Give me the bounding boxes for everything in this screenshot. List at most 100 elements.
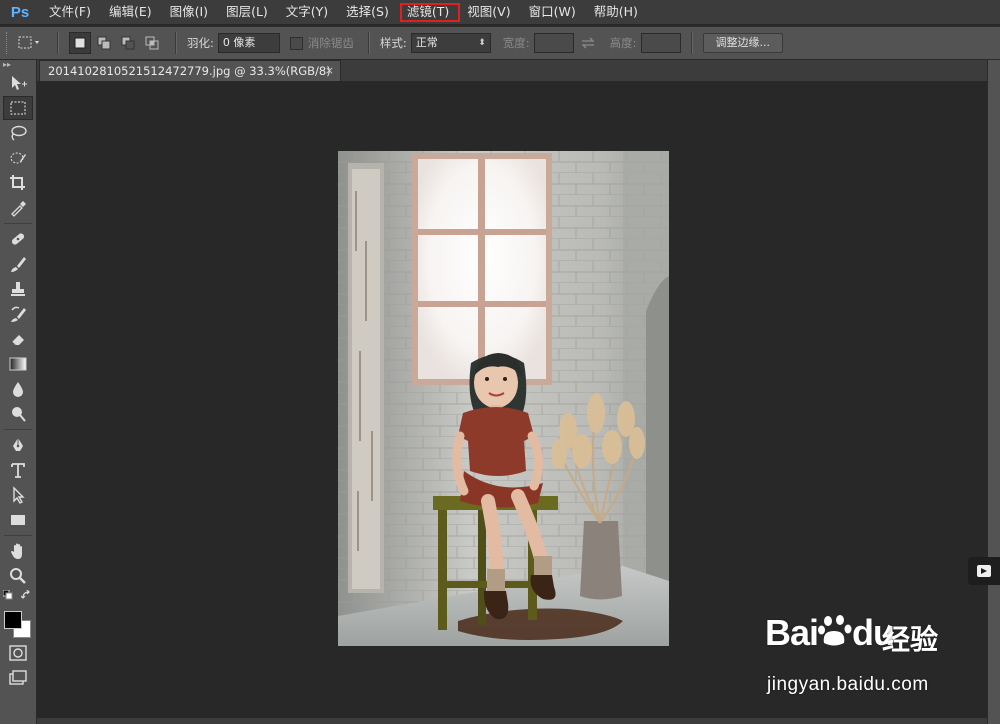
share-icon <box>977 565 991 577</box>
add-selection-icon <box>97 36 111 50</box>
add-to-selection-button[interactable] <box>93 32 115 54</box>
lasso-icon <box>11 125 27 141</box>
document-image[interactable] <box>338 151 669 646</box>
rect-marquee-icon <box>10 101 26 115</box>
intersect-selection-icon <box>145 36 159 50</box>
swap-icon <box>581 37 595 49</box>
options-bar: 羽化: 0 像素 消除锯齿 样式: 正常 ⬍ 宽度: 高度: 调整边缘... <box>0 26 1000 60</box>
rectangle-tool[interactable] <box>3 508 33 532</box>
menu-bar: Ps 文件(F) 编辑(E) 图像(I) 图层(L) 文字(Y) 选择(S) 滤… <box>0 0 1000 24</box>
photoshop-logo: Ps <box>10 3 30 21</box>
height-input[interactable] <box>640 33 681 53</box>
brush-icon <box>11 257 26 272</box>
feather-input[interactable]: 0 像素 <box>217 33 280 53</box>
screen-mode-icon <box>9 670 27 685</box>
menu-help[interactable]: 帮助(H) <box>585 0 647 24</box>
color-swap-row <box>0 589 36 603</box>
brush-tool[interactable] <box>3 252 33 276</box>
magnifier-icon <box>10 568 26 584</box>
antialias-label: 消除锯齿 <box>307 36 354 50</box>
panel-collapse-icon[interactable]: ▸▸ <box>0 60 36 70</box>
hand-icon <box>11 543 22 559</box>
tools-panel: ▸▸ <box>0 60 37 724</box>
swap-dimensions-button[interactable] <box>580 37 596 49</box>
watermark-brand: Bai du <box>765 612 895 653</box>
separator <box>4 223 32 224</box>
menu-layer[interactable]: 图层(L) <box>217 0 277 24</box>
zoom-tool[interactable] <box>3 564 33 588</box>
healing-brush-tool[interactable] <box>3 227 33 251</box>
gradient-tool[interactable] <box>3 352 33 376</box>
separator <box>175 32 177 54</box>
quick-selection-icon <box>10 152 26 164</box>
history-brush-tool[interactable] <box>3 302 33 326</box>
paw-icon <box>818 615 852 646</box>
type-icon <box>11 463 25 478</box>
dodge-tool[interactable] <box>3 402 33 426</box>
document-tab-title: 20141028105215124727­79.jpg @ 33.3%(RGB/… <box>48 64 331 78</box>
history-brush-icon <box>11 306 26 322</box>
eyedropper-tool[interactable] <box>3 196 33 220</box>
side-share-badge[interactable] <box>968 557 1000 585</box>
antialias-checkbox[interactable] <box>289 36 303 50</box>
quick-mask-icon <box>9 645 27 661</box>
eraser-tool[interactable] <box>3 327 33 351</box>
pen-icon <box>13 438 23 451</box>
separator <box>4 429 32 430</box>
width-input[interactable] <box>533 33 574 53</box>
screen-mode-button[interactable] <box>3 666 33 690</box>
status-bar <box>37 718 987 724</box>
crop-tool[interactable] <box>3 171 33 195</box>
separator <box>57 32 59 54</box>
document-tab[interactable]: 20141028105215124727­79.jpg @ 33.3%(RGB/… <box>39 60 341 81</box>
blur-tool[interactable] <box>3 377 33 401</box>
bandage-icon <box>11 233 25 245</box>
swap-colors-icon[interactable] <box>21 590 32 601</box>
refine-edge-button[interactable]: 调整边缘... <box>702 33 783 53</box>
new-selection-button[interactable] <box>69 32 91 54</box>
options-grip[interactable] <box>6 32 13 54</box>
baidu-jingyan-watermark: Bai du 经验 jingyan.baidu.com <box>765 612 995 712</box>
style-label: 样式: <box>379 36 407 50</box>
move-tool[interactable] <box>3 71 33 95</box>
menu-image[interactable]: 图像(I) <box>161 0 217 24</box>
clone-stamp-tool[interactable] <box>3 277 33 301</box>
menu-window[interactable]: 窗口(W) <box>520 0 585 24</box>
separator <box>367 32 370 54</box>
droplet-icon <box>13 382 23 397</box>
menu-filter[interactable]: 滤镜(T) <box>398 0 461 24</box>
color-swatches <box>0 603 36 638</box>
quick-mask-button[interactable] <box>3 641 33 665</box>
menu-edit[interactable]: 编辑(E) <box>100 0 161 24</box>
style-select[interactable]: 正常 ⬍ <box>410 33 491 53</box>
rect-marquee-icon <box>18 36 39 49</box>
feather-label: 羽化: <box>187 36 214 50</box>
close-icon[interactable]: × <box>325 61 334 81</box>
crop-icon <box>10 175 25 190</box>
menu-view[interactable]: 视图(V) <box>458 0 519 24</box>
menu-select[interactable]: 选择(S) <box>337 0 398 24</box>
rect-marquee-tool[interactable] <box>3 96 33 120</box>
hand-tool[interactable] <box>3 539 33 563</box>
subtract-selection-button[interactable] <box>117 32 139 54</box>
gradient-icon <box>9 357 27 371</box>
arrow-pointer-icon <box>13 486 25 504</box>
pen-tool[interactable] <box>3 433 33 457</box>
type-tool[interactable] <box>3 458 33 482</box>
lasso-tool[interactable] <box>3 121 33 145</box>
watermark-url: jingyan.baidu.com <box>767 674 929 695</box>
marquee-preset-picker[interactable] <box>13 32 47 54</box>
menu-type[interactable]: 文字(Y) <box>277 0 337 24</box>
default-colors-icon[interactable] <box>3 590 13 600</box>
menu-file[interactable]: 文件(F) <box>40 0 100 24</box>
intersect-selection-button[interactable] <box>141 32 163 54</box>
separator <box>690 32 693 54</box>
stamp-icon <box>11 282 25 296</box>
subtract-selection-icon <box>121 36 135 50</box>
rectangle-icon <box>11 515 25 525</box>
width-label: 宽度: <box>502 36 530 50</box>
foreground-color-swatch[interactable] <box>4 611 22 629</box>
path-selection-tool[interactable] <box>3 483 33 507</box>
quick-selection-tool[interactable] <box>3 146 33 170</box>
watermark-product: 经验 <box>882 623 939 656</box>
